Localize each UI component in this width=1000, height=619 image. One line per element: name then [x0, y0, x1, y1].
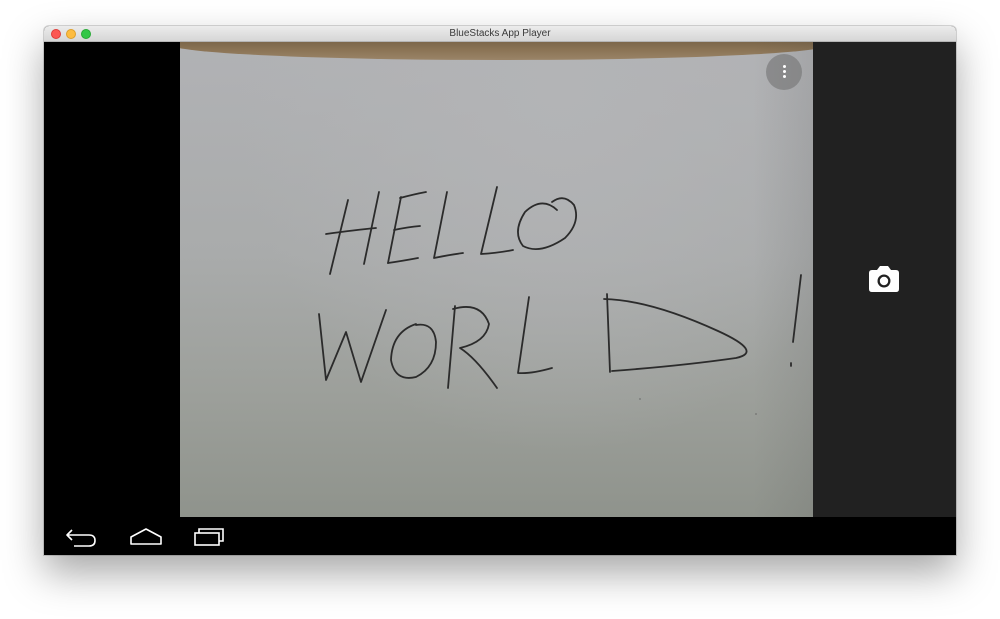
handwritten-text: [318, 186, 802, 415]
android-nav-bar: [44, 517, 956, 555]
overflow-menu-button[interactable]: [766, 54, 802, 90]
home-icon: [130, 528, 162, 545]
home-button[interactable]: [126, 523, 166, 549]
back-icon: [66, 529, 96, 547]
camera-preview[interactable]: [180, 42, 813, 517]
title-bar[interactable]: BlueStacks App Player: [44, 26, 956, 42]
camera-icon: [869, 266, 899, 292]
android-screen: [44, 42, 956, 517]
shutter-button[interactable]: [866, 262, 902, 298]
camera-controls-panel: [813, 42, 956, 517]
back-button[interactable]: [62, 523, 102, 549]
app-window: BlueStacks App Player: [44, 26, 956, 555]
recents-icon: [194, 528, 224, 546]
more-vert-icon: [783, 65, 786, 68]
recents-button[interactable]: [190, 523, 230, 549]
window-title: BlueStacks App Player: [449, 28, 551, 39]
